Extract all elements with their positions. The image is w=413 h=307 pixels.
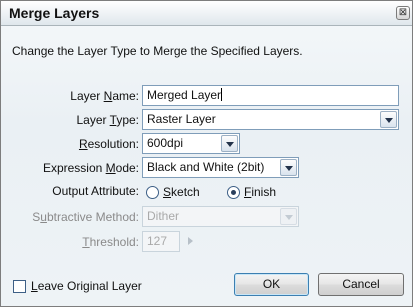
layer-type-label: Layer Type: [76,113,140,127]
expression-mode-label: Expression Mode: [42,161,139,175]
layer-name-input[interactable]: Merged Layer [142,85,399,106]
layer-name-label: Layer Name: [70,89,139,103]
text-caret [221,88,223,101]
close-icon[interactable]: ⊠ [396,6,410,20]
merge-layers-dialog: Merge Layers ⊠ Change the Layer Type to … [0,0,413,307]
subtractive-method-label: Subtractive Method: [32,210,139,224]
chevron-down-icon[interactable] [221,135,238,152]
sketch-radio-label[interactable]: Sketch [163,185,200,199]
chevron-down-icon [280,208,297,225]
resolution-select[interactable]: 600dpi [142,133,240,154]
finish-radio[interactable] [227,186,240,199]
leave-original-label[interactable]: Leave Original Layer [31,279,142,293]
leave-original-checkbox[interactable] [13,280,26,293]
layer-type-select[interactable]: Raster Layer [142,109,399,130]
subtractive-method-select: Dither [142,206,299,227]
sketch-radio[interactable] [146,186,159,199]
threshold-input: 127 [142,231,180,252]
ok-button[interactable]: OK [234,273,309,296]
dialog-description: Change the Layer Type to Merge the Speci… [12,44,303,58]
expression-mode-select[interactable]: Black and White (2bit) [142,157,299,178]
title-bar: Merge Layers ⊠ [1,1,412,26]
radio-selected-dot [231,190,236,195]
output-attribute-label: Output Attribute: [52,184,139,198]
chevron-down-icon[interactable] [280,159,297,176]
chevron-right-icon [188,237,193,245]
cancel-button[interactable]: Cancel [318,273,404,296]
finish-radio-label[interactable]: Finish [244,185,276,199]
resolution-label: Resolution: [78,137,139,151]
chevron-down-icon[interactable] [380,111,397,128]
dialog-title: Merge Layers [9,5,100,21]
threshold-label: Threshold: [82,235,139,249]
